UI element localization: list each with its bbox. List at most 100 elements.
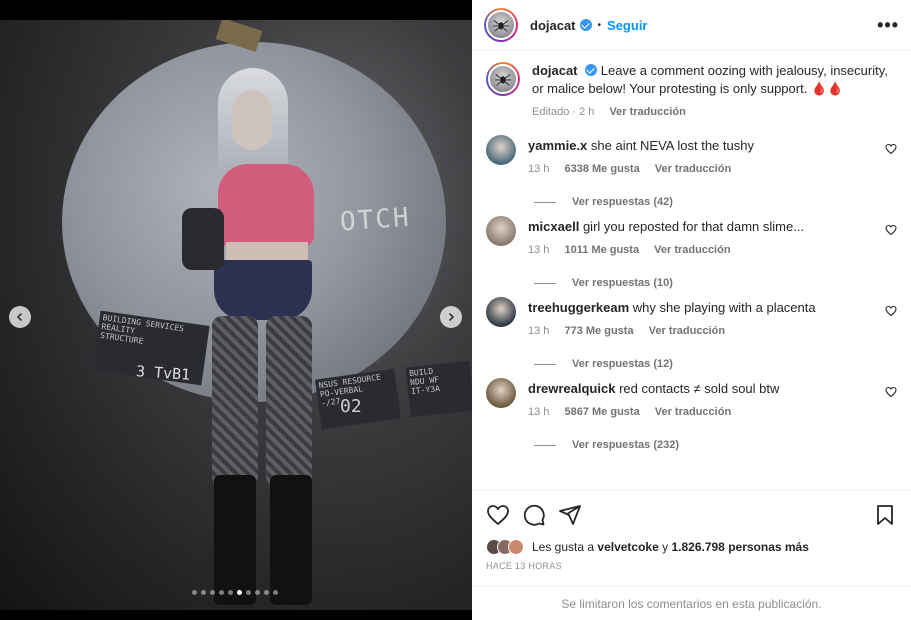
comment-translate-link[interactable]: Ver traducción [654, 244, 730, 256]
like-comment-heart-icon[interactable] [885, 305, 897, 317]
comments-list[interactable]: dojacat Leave a comment oozing with jeal… [472, 52, 911, 490]
comment-time[interactable]: 13 h [528, 406, 549, 418]
view-replies-label: Ver respuestas (12) [572, 358, 673, 370]
avatar [508, 539, 524, 555]
avatar[interactable] [486, 135, 516, 165]
view-replies-label: Ver respuestas (232) [572, 439, 680, 451]
comment-text: red contacts ≠ sold soul btw [619, 381, 780, 396]
likes-middle: y [662, 540, 669, 554]
figure-face [232, 90, 272, 150]
avatar[interactable] [486, 297, 516, 327]
replies-divider [534, 444, 556, 446]
comment-username[interactable]: treehuggerkeam [528, 300, 629, 315]
view-replies-label: Ver respuestas (42) [572, 196, 673, 208]
post-photo: OTCH BUILDING SERVICES REALITY STRUCTURE… [0, 20, 472, 610]
verified-badge-icon [579, 19, 592, 31]
comment-item: micxaell girl you reposted for that damn… [486, 216, 897, 259]
replies-divider [534, 201, 556, 203]
comment-thread: treehuggerkeam why she playing with a pl… [486, 297, 897, 370]
carousel-dot [264, 590, 269, 595]
caption-emoji: 🩸🩸 [810, 81, 844, 96]
spider-icon [494, 74, 512, 86]
figure-leg-left [212, 316, 258, 486]
post-panel: dojacat • Seguir ••• dojacat Leave a com… [472, 0, 911, 620]
carousel-dot [246, 590, 251, 595]
carousel-dot [228, 590, 233, 595]
like-comment-heart-icon[interactable] [885, 224, 897, 236]
carousel-dot [192, 590, 197, 595]
comment-translate-link[interactable]: Ver traducción [655, 406, 731, 418]
carousel-next-button[interactable] [440, 306, 462, 328]
caption-translate-link[interactable]: Ver traducción [609, 106, 685, 118]
like-comment-heart-icon[interactable] [885, 143, 897, 155]
likes-count[interactable]: 1.826.798 personas más [671, 540, 808, 554]
comment-thread: micxaell girl you reposted for that damn… [486, 216, 897, 289]
comment-translate-link[interactable]: Ver traducción [655, 163, 731, 175]
caption-username[interactable]: dojacat [532, 63, 578, 78]
avatar[interactable] [486, 378, 516, 408]
figure-boot-left [214, 475, 256, 605]
comment-likes[interactable]: 1011 Me gusta [564, 244, 639, 256]
wall-sign-right: BUILD NDU WF IT-Y3A [405, 360, 472, 418]
heart-icon[interactable] [486, 503, 510, 527]
view-replies-label: Ver respuestas (10) [572, 277, 673, 289]
header-separator: • [597, 19, 602, 31]
liker-avatars [486, 539, 524, 555]
comment-item: treehuggerkeam why she playing with a pl… [486, 297, 897, 340]
likes-prefix: Les gusta a [532, 540, 595, 554]
spider-icon [492, 20, 510, 32]
comment-time[interactable]: 13 h [528, 163, 549, 175]
carousel-dot [255, 590, 260, 595]
post-media: OTCH BUILDING SERVICES REALITY STRUCTURE… [0, 0, 472, 620]
comment-thread: yammie.x she aint NEVA lost the tushy 13… [486, 135, 897, 208]
likes-user[interactable]: velvetcoke [597, 540, 658, 554]
comment-thread: drewrealquick red contacts ≠ sold soul b… [486, 378, 897, 451]
comment-item: yammie.x she aint NEVA lost the tushy 13… [486, 135, 897, 178]
view-replies-button[interactable]: Ver respuestas (232) [534, 439, 897, 451]
comment-time[interactable]: 13 h [528, 244, 549, 256]
post-timestamp[interactable]: HACE 13 HORAS [486, 561, 897, 571]
comment-likes[interactable]: 773 Me gusta [564, 325, 633, 337]
comment-likes[interactable]: 5867 Me gusta [564, 406, 639, 418]
comment-items: yammie.x she aint NEVA lost the tushy 13… [486, 135, 897, 451]
comment-username[interactable]: drewrealquick [528, 381, 615, 396]
figure-brief [214, 260, 312, 320]
comment-icon[interactable] [522, 503, 546, 527]
comment-translate-link[interactable]: Ver traducción [649, 325, 725, 337]
share-icon[interactable] [558, 503, 582, 527]
bookmark-icon[interactable] [873, 503, 897, 527]
comment-username[interactable]: yammie.x [528, 138, 587, 153]
carousel-dot [237, 590, 242, 595]
caption-avatar[interactable] [486, 62, 520, 96]
view-replies-button[interactable]: Ver respuestas (42) [534, 196, 897, 208]
avatar[interactable] [486, 216, 516, 246]
post-username[interactable]: dojacat [530, 18, 576, 33]
comment-likes[interactable]: 6338 Me gusta [564, 163, 639, 175]
figure-bag [182, 208, 224, 270]
comment-item: drewrealquick red contacts ≠ sold soul b… [486, 378, 897, 421]
carousel-dot [219, 590, 224, 595]
verified-badge-icon [585, 64, 598, 76]
comment-time[interactable]: 13 h [528, 325, 549, 337]
like-comment-heart-icon[interactable] [885, 386, 897, 398]
replies-divider [534, 363, 556, 365]
more-options-icon[interactable]: ••• [877, 15, 899, 36]
comment-text: girl you reposted for that damn slime... [582, 219, 805, 234]
view-replies-button[interactable]: Ver respuestas (12) [534, 358, 897, 370]
carousel-prev-button[interactable] [9, 306, 31, 328]
view-replies-button[interactable]: Ver respuestas (10) [534, 277, 897, 289]
wall-text: 3 TvB1 [135, 362, 191, 384]
moon-graffiti-text: OTCH [339, 202, 412, 238]
follow-button[interactable]: Seguir [607, 18, 647, 33]
comments-limited-notice: Se limitaron los comentarios en esta pub… [472, 586, 911, 620]
figure-leg-right [266, 316, 312, 486]
carousel-dot [201, 590, 206, 595]
figure-top [218, 164, 314, 246]
comment-text: she aint NEVA lost the tushy [590, 138, 754, 153]
figure-boot-right [270, 475, 312, 605]
likes-summary: Les gusta a velvetcoke y 1.826.798 perso… [486, 539, 897, 555]
avatar[interactable] [484, 8, 518, 42]
post-caption: dojacat Leave a comment oozing with jeal… [486, 62, 897, 121]
comment-username[interactable]: micxaell [528, 219, 579, 234]
carousel-indicator [192, 590, 278, 595]
